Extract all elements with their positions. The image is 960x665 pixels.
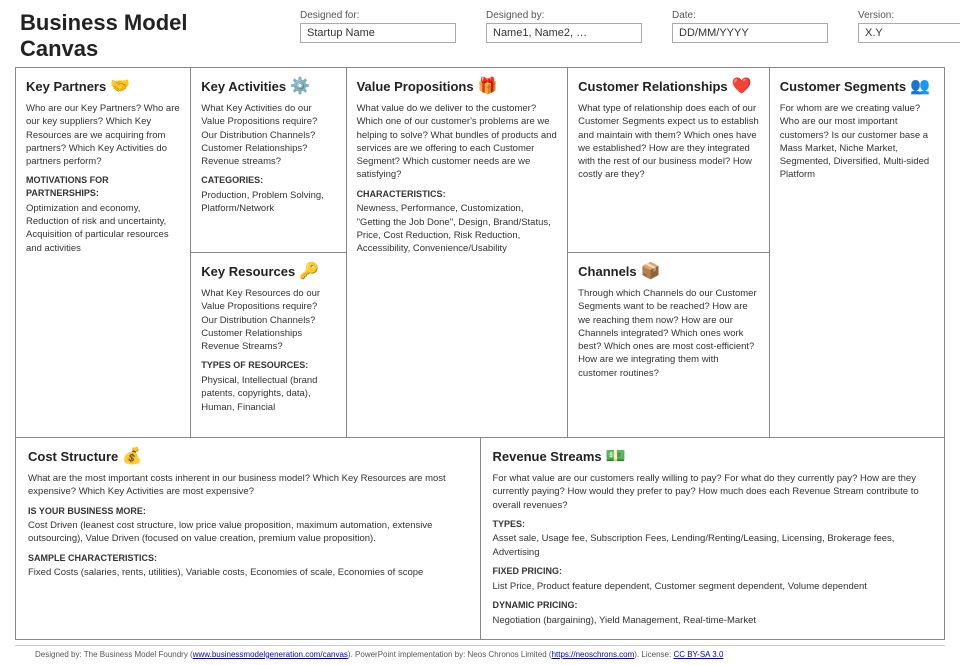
key-resources-body: What Key Resources do our Value Proposit…	[201, 287, 335, 414]
key-resources-section: Key Resources 🔑 What Key Resources do ou…	[191, 253, 345, 437]
designed-by-group: Designed by:	[486, 10, 642, 43]
revenue-streams-text4: Negotiation (bargaining), Yield Manageme…	[493, 614, 933, 627]
footer-text: Designed by: The Business Model Foundry …	[35, 650, 723, 659]
revenue-streams-text3: List Price, Product feature dependent, C…	[493, 580, 933, 593]
revenue-streams-label: Revenue Streams	[493, 449, 602, 464]
revenue-streams-body: For what value are our customers really …	[493, 472, 933, 627]
key-partners-body: Who are our Key Partners? Who are our ke…	[26, 102, 180, 259]
channels-title: Channels 📦	[578, 261, 759, 281]
cost-structure-title: Cost Structure 💰	[28, 446, 468, 466]
key-activities-cat1: CATEGORIES:	[201, 174, 335, 187]
key-activities-body: What Key Activities do our Value Proposi…	[201, 102, 335, 216]
cost-structure-label: Cost Structure	[28, 449, 118, 464]
key-activities-text2: Production, Problem Solving, Platform/Ne…	[201, 189, 335, 216]
date-input[interactable]	[672, 23, 828, 43]
customer-segments-section: Customer Segments 👥 For whom are we crea…	[770, 68, 944, 437]
revenue-streams-text1: For what value are our customers really …	[493, 472, 933, 512]
customer-segments-body: For whom are we creating value? Who are …	[780, 102, 934, 186]
key-partners-label: Key Partners	[26, 79, 106, 94]
key-partners-cat1: MOTIVATIONS FOR PARTNERSHIPS:	[26, 174, 180, 199]
value-propositions-icon: 🎁	[478, 76, 498, 96]
cost-structure-cat2: SAMPLE CHARACTERISTICS:	[28, 552, 468, 565]
version-label: Version:	[858, 10, 960, 21]
revenue-streams-cat2: FIXED PRICING:	[493, 565, 933, 578]
customer-relationships-body: What type of relationship does each of o…	[578, 102, 759, 182]
designed-for-input[interactable]	[300, 23, 456, 43]
customer-relationships-section: Customer Relationships ❤️ What type of r…	[568, 68, 769, 253]
bottom-section: Cost Structure 💰 What are the most impor…	[16, 438, 944, 639]
channels-body: Through which Channels do our Customer S…	[578, 287, 759, 380]
footer-link2[interactable]: https://neoschrons.com	[552, 650, 635, 659]
key-resources-label: Key Resources	[201, 264, 295, 279]
revenue-streams-icon: 💵	[606, 446, 626, 466]
middle-section: Key Activities ⚙️ What Key Activities do…	[191, 68, 346, 437]
value-propositions-title: Value Propositions 🎁	[357, 76, 558, 96]
customer-segments-title: Customer Segments 👥	[780, 76, 934, 96]
cost-structure-section: Cost Structure 💰 What are the most impor…	[16, 438, 481, 639]
page: Business Model Canvas Designed for: Desi…	[0, 0, 960, 665]
key-resources-text2: Physical, Intellectual (brand patents, c…	[201, 374, 335, 414]
key-partners-text1: Who are our Key Partners? Who are our ke…	[26, 102, 180, 168]
customer-relationships-icon: ❤️	[732, 76, 752, 96]
revenue-streams-section: Revenue Streams 💵 For what value are our…	[481, 438, 945, 639]
designed-for-group: Designed for:	[300, 10, 456, 43]
designed-by-input[interactable]	[486, 23, 642, 43]
customer-relationships-text1: What type of relationship does each of o…	[578, 102, 759, 182]
key-resources-cat1: TYPES OF RESOURCES:	[201, 359, 335, 372]
revenue-streams-cat3: DYNAMIC PRICING:	[493, 599, 933, 612]
footer: Designed by: The Business Model Foundry …	[15, 645, 945, 663]
key-activities-section: Key Activities ⚙️ What Key Activities do…	[191, 68, 345, 253]
key-activities-label: Key Activities	[201, 79, 286, 94]
key-partners-section: Key Partners 🤝 Who are our Key Partners?…	[16, 68, 191, 437]
cost-structure-icon: 💰	[122, 446, 142, 466]
revenue-streams-text2: Asset sale, Usage fee, Subscription Fees…	[493, 532, 933, 559]
canvas-grid: Key Partners 🤝 Who are our Key Partners?…	[15, 67, 945, 640]
channels-section: Channels 📦 Through which Channels do our…	[568, 253, 769, 437]
value-propositions-section: Value Propositions 🎁 What value do we de…	[347, 68, 569, 437]
key-activities-title: Key Activities ⚙️	[201, 76, 335, 96]
value-propositions-text1: What value do we deliver to the customer…	[357, 102, 558, 182]
footer-link1[interactable]: www.businessmodelgeneration.com/canvas	[193, 650, 348, 659]
channels-label: Channels	[578, 264, 637, 279]
meta-fields: Designed for: Designed by: Date: Version…	[300, 10, 960, 43]
value-propositions-cat1: CHARACTERISTICS:	[357, 188, 558, 201]
customer-relationships-label: Customer Relationships	[578, 79, 728, 94]
channels-icon: 📦	[641, 261, 661, 281]
designed-for-label: Designed for:	[300, 10, 456, 21]
value-propositions-body: What value do we deliver to the customer…	[357, 102, 558, 260]
channels-text1: Through which Channels do our Customer S…	[578, 287, 759, 380]
value-propositions-label: Value Propositions	[357, 79, 474, 94]
cost-structure-text2: Cost Driven (leanest cost structure, low…	[28, 519, 468, 546]
value-propositions-text2: Newness, Performance, Customization, "Ge…	[357, 202, 558, 255]
cost-structure-cat1: IS YOUR BUSINESS MORE:	[28, 505, 468, 518]
version-input[interactable]	[858, 23, 960, 43]
key-resources-icon: 🔑	[299, 261, 319, 281]
key-activities-icon: ⚙️	[290, 76, 310, 96]
header: Business Model Canvas Designed for: Desi…	[0, 0, 960, 67]
version-group: Version:	[858, 10, 960, 43]
cost-structure-text1: What are the most important costs inhere…	[28, 472, 468, 499]
revenue-streams-cat1: TYPES:	[493, 518, 933, 531]
customer-segments-label: Customer Segments	[780, 79, 906, 94]
key-partners-icon: 🤝	[110, 76, 130, 96]
date-label: Date:	[672, 10, 828, 21]
designed-by-label: Designed by:	[486, 10, 642, 21]
top-section: Key Partners 🤝 Who are our Key Partners?…	[16, 68, 944, 438]
footer-license-link[interactable]: CC BY-SA 3.0	[673, 650, 723, 659]
page-title: Business Model Canvas	[20, 10, 220, 62]
revenue-streams-title: Revenue Streams 💵	[493, 446, 933, 466]
key-activities-text1: What Key Activities do our Value Proposi…	[201, 102, 335, 168]
key-partners-text2: Optimization and economy, Reduction of r…	[26, 202, 180, 255]
key-partners-title: Key Partners 🤝	[26, 76, 180, 96]
customer-relationships-title: Customer Relationships ❤️	[578, 76, 759, 96]
customer-segments-text1: For whom are we creating value? Who are …	[780, 102, 934, 182]
key-resources-text1: What Key Resources do our Value Proposit…	[201, 287, 335, 353]
customer-segments-icon: 👥	[910, 76, 930, 96]
cost-structure-body: What are the most important costs inhere…	[28, 472, 468, 580]
date-group: Date:	[672, 10, 828, 43]
key-resources-title: Key Resources 🔑	[201, 261, 335, 281]
right-split-section: Customer Relationships ❤️ What type of r…	[568, 68, 770, 437]
cost-structure-text3: Fixed Costs (salaries, rents, utilities)…	[28, 566, 468, 579]
